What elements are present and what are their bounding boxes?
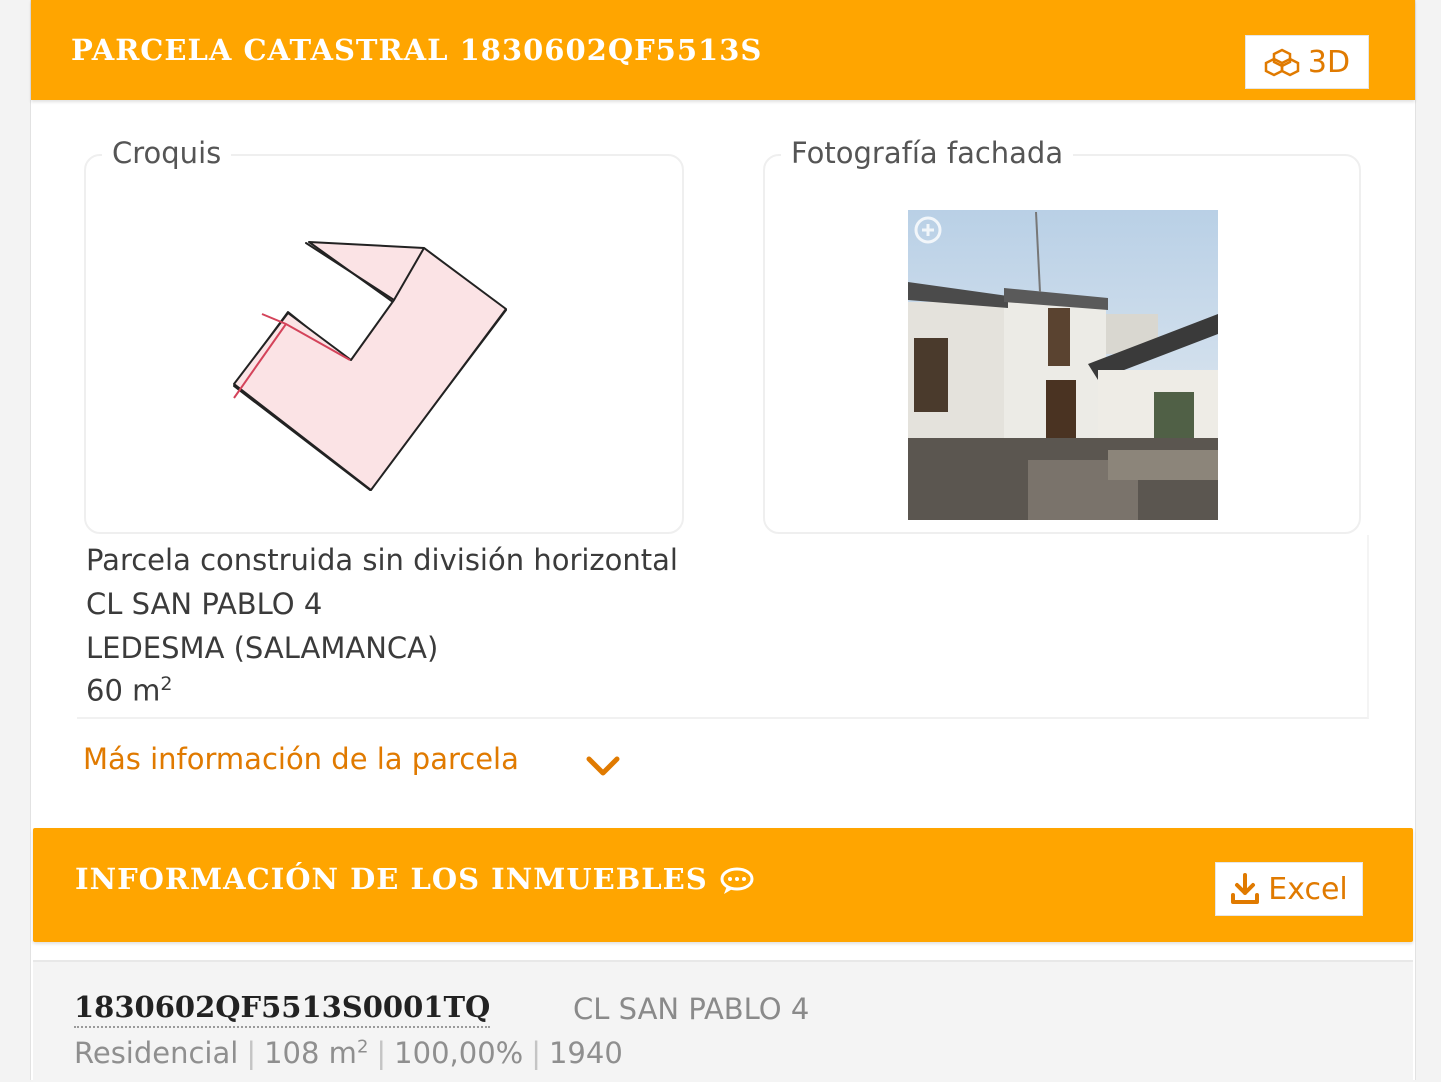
inmueble-uso: Residencial bbox=[74, 1036, 239, 1070]
parcela-superficie: 60 m2 bbox=[86, 673, 172, 708]
inmueble-participacion: 100,00% bbox=[394, 1036, 524, 1070]
mas-info-link[interactable]: Más información de la parcela bbox=[83, 742, 519, 776]
separator: | bbox=[246, 1036, 257, 1070]
inmuebles-title: INFORMACIÓN DE LOS INMUEBLES bbox=[75, 862, 755, 896]
inmueble-details: Residencial | 108 m2 | 100,00% | 1940 bbox=[74, 1036, 623, 1070]
parcela-superficie-exp: 2 bbox=[160, 673, 173, 695]
chevron-down-icon[interactable] bbox=[586, 754, 620, 778]
separator: | bbox=[531, 1036, 541, 1070]
view-3d-button[interactable]: 3D bbox=[1245, 35, 1369, 89]
parcel-sketch[interactable] bbox=[206, 226, 546, 506]
download-icon bbox=[1231, 873, 1260, 904]
inmueble-referencia-link[interactable]: 1830602QF5513S0001TQ bbox=[74, 990, 491, 1028]
croquis-box: Croquis bbox=[84, 136, 684, 534]
catastro-panel: PARCELA CATASTRAL 1830602QF5513S 3D Croq… bbox=[30, 0, 1416, 1082]
inmueble-anio: 1940 bbox=[548, 1036, 623, 1070]
parcela-title: PARCELA CATASTRAL 1830602QF5513S bbox=[71, 33, 763, 67]
cubes-icon bbox=[1264, 48, 1300, 77]
comment-icon[interactable] bbox=[719, 866, 755, 896]
foto-fachada-legend: Fotografía fachada bbox=[781, 136, 1074, 170]
view-3d-label: 3D bbox=[1307, 44, 1351, 80]
parcela-direccion: CL SAN PABLO 4 bbox=[86, 587, 323, 621]
inmueble-direccion: CL SAN PABLO 4 bbox=[573, 992, 810, 1026]
excel-label: Excel bbox=[1268, 871, 1348, 907]
parcela-tipo: Parcela construida sin división horizont… bbox=[86, 543, 678, 577]
separator: | bbox=[376, 1036, 387, 1070]
inmueble-superficie-exp: 2 bbox=[356, 1036, 369, 1058]
inmueble-superficie: 108 m bbox=[264, 1036, 357, 1070]
parcela-municipio: LEDESMA (SALAMANCA) bbox=[86, 631, 439, 665]
inmuebles-title-text: INFORMACIÓN DE LOS INMUEBLES bbox=[75, 862, 708, 896]
facade-photo[interactable] bbox=[908, 210, 1218, 520]
foto-fachada-box: Fotografía fachada bbox=[763, 136, 1361, 534]
parcela-superficie-value: 60 m bbox=[86, 673, 161, 708]
croquis-legend: Croquis bbox=[102, 136, 232, 170]
excel-download-button[interactable]: Excel bbox=[1215, 862, 1363, 916]
